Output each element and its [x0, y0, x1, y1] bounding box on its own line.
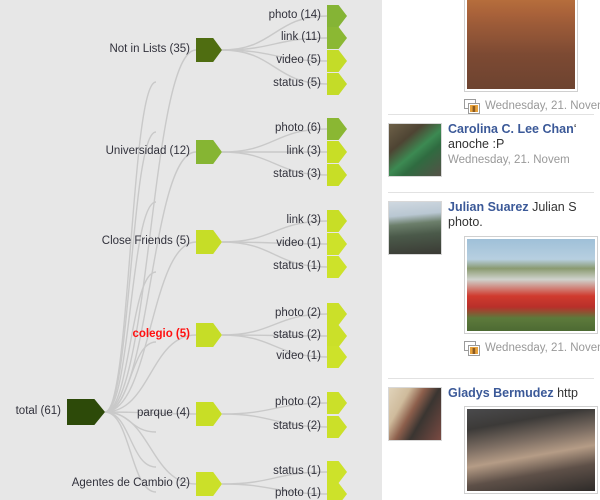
tree-leaf-node[interactable]	[327, 5, 347, 27]
photo-two-women	[467, 0, 575, 89]
leaf-node-label[interactable]: link (3)	[286, 214, 321, 226]
story-author-rest: Julian S	[532, 200, 577, 214]
story-avatar[interactable]	[388, 387, 442, 441]
story-author-name: Gladys Bermudez	[448, 386, 554, 400]
tree-leaf-node[interactable]	[327, 118, 347, 140]
tree-leaf-node[interactable]	[327, 233, 347, 255]
tree-leaf-node[interactable]	[327, 73, 347, 95]
story-author-name: Julian Suarez	[448, 200, 529, 214]
branch-node-label[interactable]: parque (4)	[137, 407, 190, 419]
leaf-node-label[interactable]: status (1)	[273, 260, 321, 272]
leaf-node-label[interactable]: video (5)	[276, 54, 321, 66]
tree-leaf-node[interactable]	[327, 27, 347, 49]
avatar-couple-portrait	[389, 388, 441, 440]
story-author-rest: ‘	[573, 122, 577, 136]
photo-album-icon	[464, 98, 480, 114]
leaf-node-label[interactable]: status (5)	[273, 77, 321, 89]
feed-story[interactable]: Gladys Bermudez http	[382, 379, 600, 500]
story-message: anoche :P	[448, 137, 505, 151]
avatar-woman-green-sweater	[389, 124, 441, 176]
leaf-node-label[interactable]: photo (2)	[275, 307, 321, 319]
story-author-name: Carolina C. Lee Chan	[448, 122, 574, 136]
tree-leaf-node[interactable]	[327, 141, 347, 163]
app-root: total (61) Not in Lists (35) photo (14) lin…	[0, 0, 600, 500]
tree-leaf-node[interactable]	[327, 210, 347, 232]
tree-branch-node[interactable]	[196, 402, 222, 426]
leaf-node-label[interactable]: status (1)	[273, 465, 321, 477]
activity-feed-panel[interactable]: Wednesday, 21. Novem Carolina C. Lee Cha…	[382, 0, 600, 500]
story-photo[interactable]	[464, 0, 578, 92]
leaf-node-label[interactable]: photo (1)	[275, 487, 321, 499]
avatar-cyclists-mountain	[389, 202, 441, 254]
tree-link-layer	[67, 5, 347, 500]
story-author[interactable]: Julian Suarez Julian S	[448, 200, 598, 214]
tree-visualization-panel[interactable]: total (61) Not in Lists (35) photo (14) lin…	[0, 0, 382, 500]
leaf-node-label[interactable]: status (3)	[273, 168, 321, 180]
story-photo[interactable]	[464, 236, 598, 334]
leaf-node-label[interactable]: status (2)	[273, 420, 321, 432]
story-author[interactable]: Gladys Bermudez http	[448, 386, 598, 400]
feed-story[interactable]: Julian Suarez Julian S photo. Wednesday,…	[382, 193, 600, 378]
story-message: photo.	[448, 215, 483, 229]
story-timestamp: Wednesday, 21. Novem	[448, 154, 570, 166]
tree-leaf-node[interactable]	[327, 303, 347, 325]
photo-album-icon	[464, 340, 480, 356]
leaf-node-label[interactable]: video (1)	[276, 350, 321, 362]
leaf-node-label[interactable]: photo (6)	[275, 122, 321, 134]
story-timestamp: Wednesday, 21. Novem	[485, 100, 600, 112]
leaf-node-label[interactable]: link (3)	[286, 145, 321, 157]
tree-leaf-node[interactable]	[327, 346, 347, 368]
branch-node-label[interactable]: Universidad (12)	[106, 145, 190, 157]
tree-leaf-node[interactable]	[327, 50, 347, 72]
story-author-rest: http	[557, 386, 578, 400]
tree-branch-node[interactable]	[196, 230, 222, 254]
tree-leaf-node[interactable]	[327, 483, 347, 500]
branch-node-label[interactable]: Not in Lists (35)	[109, 43, 190, 55]
story-avatar[interactable]	[388, 123, 442, 177]
feed-story[interactable]: Wednesday, 21. Novem	[382, 0, 600, 114]
tree-branch-node[interactable]	[196, 323, 222, 347]
story-photo[interactable]	[464, 406, 598, 494]
root-node-label[interactable]: total (61)	[16, 405, 61, 417]
story-timestamp: Wednesday, 21. Novem	[485, 342, 600, 354]
tree-leaf-node[interactable]	[327, 392, 347, 414]
leaf-node-label[interactable]: photo (14)	[269, 9, 321, 21]
tree-leaf-node[interactable]	[327, 416, 347, 438]
photo-woman-crowd-scene	[467, 409, 595, 491]
tree-leaf-node[interactable]	[327, 325, 347, 347]
leaf-node-label[interactable]: photo (2)	[275, 396, 321, 408]
tree-leaf-node[interactable]	[327, 461, 347, 483]
branch-node-label[interactable]: Close Friends (5)	[102, 235, 190, 247]
leaf-node-label[interactable]: link (11)	[281, 31, 321, 43]
tree-leaf-node[interactable]	[327, 164, 347, 186]
branch-node-label[interactable]: Agentes de Cambio (2)	[72, 477, 190, 489]
story-avatar[interactable]	[388, 201, 442, 255]
tree-leaf-node[interactable]	[327, 256, 347, 278]
branch-node-label[interactable]: colegio (5)	[132, 328, 190, 340]
leaf-node-label[interactable]: status (2)	[273, 329, 321, 341]
tree-branch-node[interactable]	[196, 472, 222, 496]
tree-branch-node[interactable]	[196, 38, 222, 62]
tree-branch-node[interactable]	[196, 140, 222, 164]
photo-cycling-team-red-banner	[467, 239, 595, 331]
story-author[interactable]: Carolina C. Lee Chan‘	[448, 122, 598, 136]
leaf-node-label[interactable]: video (1)	[276, 237, 321, 249]
feed-story[interactable]: Carolina C. Lee Chan‘ anoche :P Wednesda…	[382, 115, 600, 192]
